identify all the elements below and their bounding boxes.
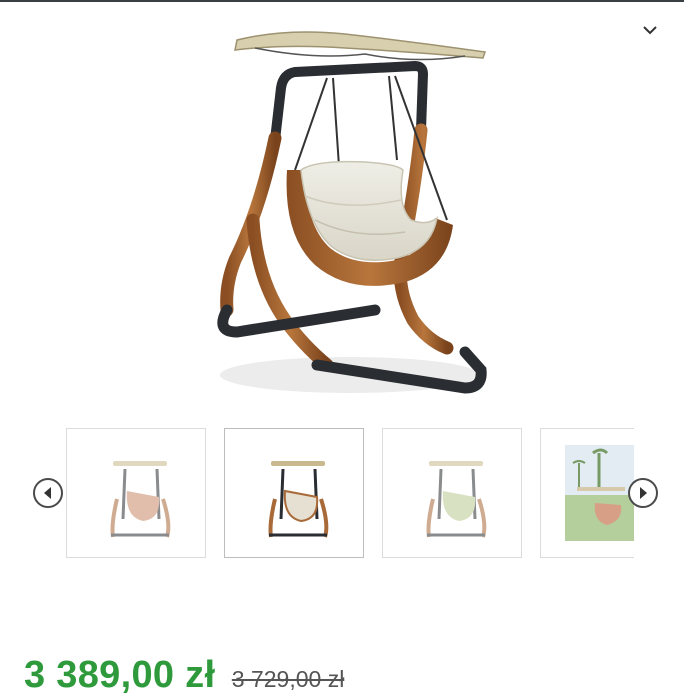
thumbnail-garden[interactable] — [540, 428, 634, 558]
thumbnail-green[interactable] — [382, 428, 522, 558]
chevron-down-icon — [643, 26, 657, 35]
thumbnail-beige[interactable] — [224, 428, 364, 558]
thumbnail-image — [426, 461, 487, 538]
price-row: 3 389,00 zł 3 729,00 zł — [24, 654, 344, 697]
top-edge — [0, 0, 684, 2]
current-price: 3 389,00 zł — [24, 654, 216, 696]
next-thumbnail-button[interactable] — [628, 478, 658, 508]
thumbnail-image — [268, 461, 329, 538]
main-product-image[interactable] — [165, 20, 520, 410]
thumbnail-strip — [62, 428, 634, 562]
thumbnail-image — [565, 445, 634, 541]
chevron-left-icon — [44, 487, 51, 499]
thumbnail-terracotta[interactable] — [66, 428, 206, 558]
collapse-button[interactable] — [636, 18, 664, 42]
thumbnail-image — [110, 461, 171, 538]
old-price: 3 729,00 zł — [231, 666, 345, 692]
chevron-right-icon — [640, 487, 647, 499]
prev-thumbnail-button[interactable] — [33, 478, 63, 508]
